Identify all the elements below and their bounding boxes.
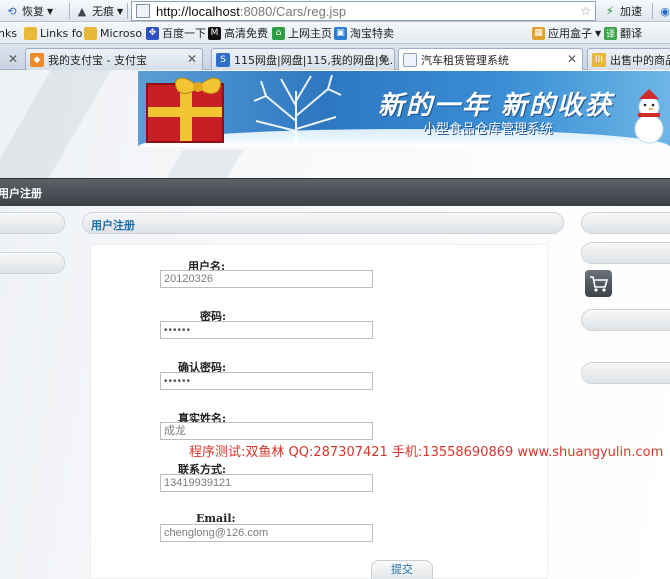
restore-button[interactable]: ⟲ 恢复 ▼	[2, 2, 56, 20]
favorite-item[interactable]: M 高清免费	[208, 25, 268, 41]
chevron-down-icon: ▼	[117, 6, 124, 16]
tab-label: 115网盘|网盘|115,我的网盘|免...	[234, 53, 395, 67]
favorite-label: nks	[0, 26, 18, 40]
restore-icon: ⟲	[7, 4, 17, 18]
test-watermark: 程序测试:双鱼林 QQ:287307421 手机:13558690869 www…	[189, 445, 664, 460]
favorite-item[interactable]: ✥ 百度一下	[146, 25, 206, 41]
translate-icon: 译	[604, 26, 617, 40]
homepage-icon: ⌂	[272, 26, 285, 40]
tab-bar: ✕ ◆ 我的支付宝 - 支付宝 ✕ S 115网盘|网盘|115,我的网盘|免.…	[0, 44, 670, 71]
accelerate-button[interactable]: ⚡ 加速	[600, 2, 645, 20]
favorite-label: 上网主页	[288, 27, 332, 40]
tab-alipay[interactable]: ◆ 我的支付宝 - 支付宝 ✕	[25, 48, 203, 70]
confirm-password-input[interactable]: ••••••	[160, 372, 373, 390]
favorite-item[interactable]: ▣ 淘宝特卖	[334, 25, 394, 41]
tab-label: 出售中的商品	[610, 53, 670, 67]
right-menu-item[interactable]	[581, 309, 670, 331]
username-input[interactable]: 20120326	[160, 270, 373, 288]
header-banner: 新的一年 新的收获 小型食品仓库管理系统	[138, 71, 670, 147]
favorite-label: 高清免费	[224, 27, 268, 40]
toolbar-divider	[652, 3, 653, 19]
disk-115-icon: S	[216, 52, 230, 67]
lightning-icon: ⚡	[605, 4, 615, 18]
favorite-label: 淘宝特卖	[350, 27, 394, 40]
tmall-icon: III	[592, 52, 606, 67]
tab-115-disk[interactable]: S 115网盘|网盘|115,我的网盘|免... ✕	[211, 48, 395, 70]
translate-label: 翻译	[620, 27, 642, 40]
favorite-item[interactable]: Links fo	[24, 25, 82, 41]
page-icon	[403, 53, 417, 67]
snowman-icon	[634, 89, 664, 144]
alipay-icon: ◆	[30, 52, 44, 67]
banner-subtitle: 小型食品仓库管理系统	[423, 122, 554, 137]
tab-car-rental[interactable]: 汽车租赁管理系统 ✕	[398, 48, 583, 71]
url-text[interactable]: http://localhost:8080/Cars/reg.jsp	[156, 4, 346, 19]
tab-label: 汽车租赁管理系统	[421, 54, 509, 67]
nav-bar: 用户注册	[0, 178, 670, 206]
accelerate-label: 加速	[620, 5, 642, 18]
contact-input[interactable]: 13419939121	[160, 474, 373, 492]
m-logo-icon: M	[208, 26, 221, 40]
more-button[interactable]: ◉	[655, 2, 670, 20]
app-box-icon: ▦	[532, 26, 545, 40]
baidu-paw-icon: ✥	[146, 26, 159, 40]
restore-label: 恢复	[22, 5, 44, 18]
favorite-item[interactable]: ⌂ 上网主页	[272, 25, 332, 41]
favorite-item[interactable]: nks	[0, 25, 17, 41]
nomark-label: 无痕	[92, 5, 114, 18]
tab-products[interactable]: III 出售中的商品	[587, 48, 670, 70]
taobao-icon: ▣	[334, 26, 347, 40]
right-menu-item[interactable]	[581, 242, 670, 264]
translate-button[interactable]: 译 翻译	[604, 25, 642, 41]
url-path: :8080/Cars/reg.jsp	[239, 3, 347, 19]
nomark-button[interactable]: ▲ 无痕 ▼	[72, 2, 126, 20]
url-host: http://localhost	[156, 3, 240, 19]
banner-title: 新的一年 新的收获	[378, 91, 614, 121]
globe-icon: ◉	[660, 4, 670, 18]
favorite-star-icon[interactable]: ☆	[580, 4, 591, 18]
favorite-label: 百度一下	[162, 27, 206, 40]
password-input[interactable]: ••••••	[160, 321, 373, 339]
close-tab-icon[interactable]: ✕	[187, 52, 197, 66]
favorite-item[interactable]: Microso	[84, 25, 142, 41]
tab-label: 我的支付宝 - 支付宝	[48, 53, 147, 67]
real-name-input[interactable]: 成龙	[160, 422, 373, 440]
browser-toolbar: ⟲ 恢复 ▼ ▲ 无痕 ▼ http://localhost:8080/Cars…	[0, 0, 670, 22]
folder-icon	[24, 26, 37, 40]
close-tab-icon[interactable]: ✕	[567, 52, 577, 66]
favorite-label: Links fo	[40, 26, 83, 40]
right-menu-item[interactable]	[581, 362, 670, 384]
address-bar[interactable]: http://localhost:8080/Cars/reg.jsp ☆	[131, 1, 596, 21]
chevron-down-icon: ▼	[47, 6, 54, 16]
panel-title: 用户注册	[91, 219, 135, 232]
chevron-down-icon: ▼	[595, 28, 602, 38]
incognito-icon: ▲	[77, 4, 87, 18]
right-menu-item[interactable]	[581, 212, 670, 234]
favorite-label: Microso	[100, 26, 143, 40]
shopping-cart-button[interactable]	[585, 270, 612, 297]
left-menu-item[interactable]	[0, 212, 65, 234]
gift-ribbon	[148, 107, 222, 117]
nav-label[interactable]: 用户注册	[0, 185, 42, 201]
folder-icon	[84, 26, 97, 40]
page-icon	[136, 4, 150, 18]
submit-button[interactable]: 提交	[371, 560, 433, 579]
email-input[interactable]: chenglong@126.com	[160, 524, 373, 542]
left-menu-item[interactable]	[0, 252, 65, 274]
favorites-bar: nks Links fo Microso ✥ 百度一下 M 高清免费 ⌂ 上网主…	[0, 22, 670, 44]
close-tab-icon[interactable]: ✕	[379, 52, 389, 66]
snow-tree-icon	[253, 74, 342, 147]
shopping-cart-icon	[589, 275, 608, 292]
app-box-button[interactable]: ▦ 应用盒子 ▼	[532, 25, 601, 41]
panel-title-bar: 用户注册	[82, 212, 564, 234]
app-box-label: 应用盒子	[548, 27, 592, 40]
toolbar-divider	[127, 3, 128, 19]
close-tab-icon[interactable]: ✕	[8, 52, 18, 66]
toolbar-divider	[69, 3, 70, 19]
gift-bow-icon	[175, 77, 221, 94]
